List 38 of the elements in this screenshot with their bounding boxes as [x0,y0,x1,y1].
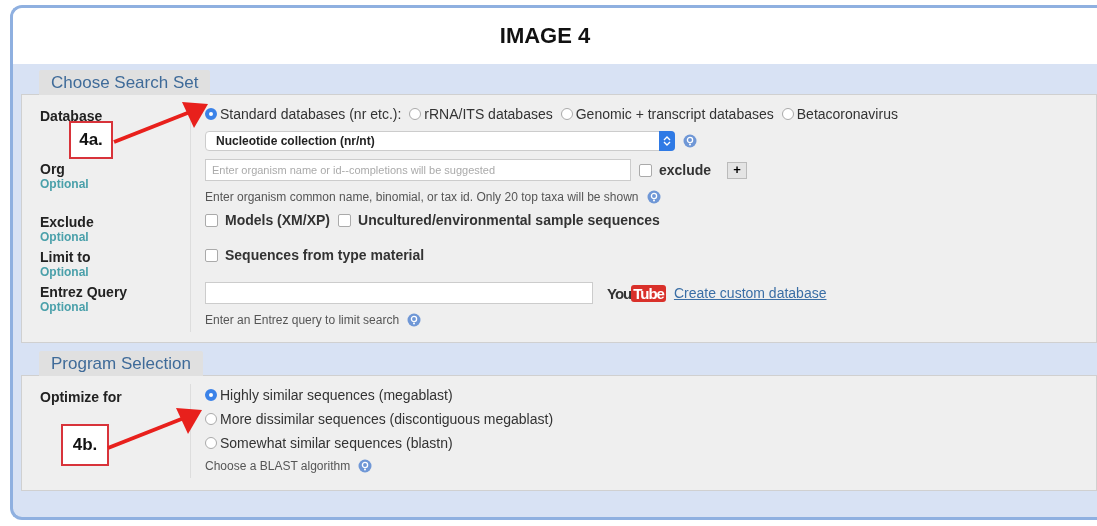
field-label: Database [40,108,103,124]
checkbox-option[interactable]: Sequences from type material [205,247,425,263]
callout-label: 4b. [61,424,109,466]
optional-label: Optional [40,265,89,279]
field-label: Optimize for [40,389,122,405]
radio-option[interactable]: rRNA/ITS databases [409,106,553,122]
callout-label: 4a. [69,121,113,159]
checkbox-option[interactable]: Uncultured/environmental sample sequences [338,212,660,228]
exclude-checkbox[interactable]: exclude [639,162,712,178]
database-dropdown[interactable]: Nucleotide collection (nr/nt) [205,131,675,151]
help-icon[interactable] [683,134,697,148]
organism-field[interactable]: Enter organism name or id--completions will be suggested [205,159,631,181]
section-legend: Program Selection [39,351,203,376]
radio-option[interactable]: Somewhat similar sequences (blastn) [205,435,1096,451]
section-legend: Choose Search Set [39,70,211,95]
radio-option[interactable]: Betacoronavirus [781,106,898,122]
optional-label: Optional [40,230,89,244]
hint-text: Choose a BLAST algorithm [205,459,351,473]
chevron-icon [663,135,671,147]
help-icon[interactable] [407,313,422,327]
field-label: Limit to [40,249,91,265]
help-icon[interactable] [646,190,661,204]
radio-option[interactable]: Highly similar sequences (megablast) [205,387,1096,403]
hint-text: Enter an Entrez query to limit search [205,313,400,327]
optional-label: Optional [40,177,89,191]
hint-text: Enter organism common name, binomial, or tax id. Only 20 top taxa will be shown [205,190,639,204]
entrez-query-field[interactable] [205,282,593,304]
help-icon[interactable] [358,459,373,473]
field-label: Entrez Query [40,284,128,300]
page-title: IMAGE 4 [499,23,591,49]
add-button[interactable]: + [727,161,747,179]
create-database-link[interactable]: Create custom database [673,285,827,301]
optional-label: Optional [40,300,89,314]
radio-option[interactable]: More dissimilar sequences (discontiguous megablast) [205,411,1096,427]
radio-option[interactable]: Genomic + transcript databases [560,106,774,122]
checkbox-option[interactable]: Models (XM/XP) [205,212,330,228]
field-label: Exclude [40,214,94,230]
field-label: Org [40,161,65,177]
